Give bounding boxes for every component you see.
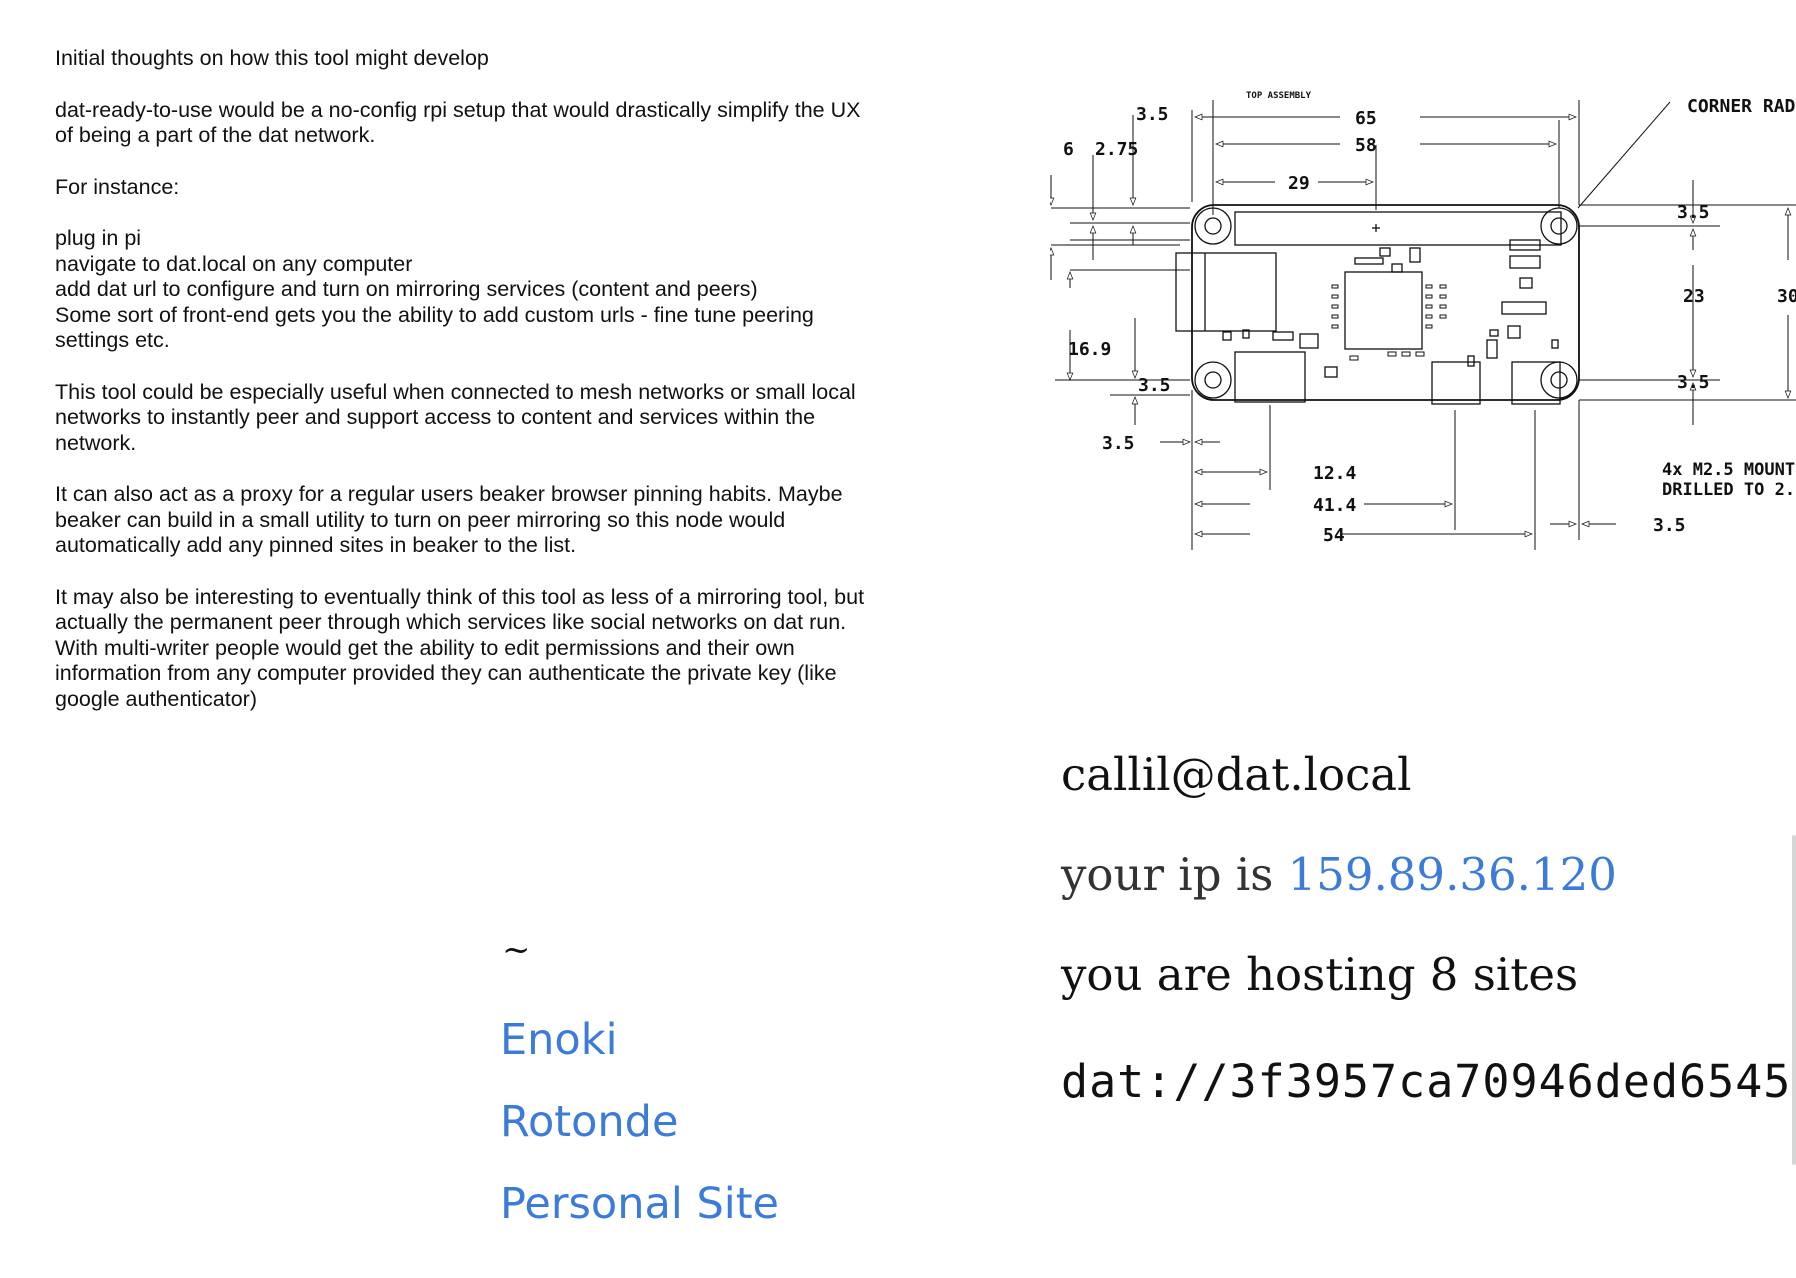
schematic-dim-label: 6 — [1063, 139, 1074, 160]
dat-url[interactable]: dat://3f3957ca70946ded6545b8 — [1061, 1055, 1796, 1108]
notes-paragraph: This tool could be especially useful whe… — [55, 379, 856, 455]
schematic-corner-radius-label: CORNER RADI — [1687, 96, 1796, 117]
hosting-count: you are hosting 8 sites — [1061, 948, 1579, 1001]
ip-address-value: 159.89.36.120 — [1287, 848, 1617, 901]
schematic-dim-label: 23 — [1683, 286, 1705, 307]
schematic-dim-label: 58 — [1355, 135, 1377, 156]
notes-step: navigate to dat.local on any computer — [55, 251, 413, 276]
schematic-dim-label: 3.5 — [1653, 515, 1686, 536]
ip-prefix: your ip is — [1061, 848, 1288, 901]
rpi-schematic-drawing: TOP ASSEMBLY CORNER RADI 4x M2.5 MOUNT D… — [1050, 90, 1796, 570]
notes-column: Initial thoughts on how this tool might … — [55, 46, 865, 738]
schematic-dim-label: 3.5 — [1677, 202, 1710, 223]
notes-heading: Initial thoughts on how this tool might … — [55, 46, 489, 70]
site-link-personal-site[interactable]: Personal Site — [500, 1179, 779, 1229]
notes-step: add dat url to configure and turn on mir… — [55, 277, 758, 301]
notes-paragraph: For instance: — [55, 174, 180, 199]
schematic-dim-label: 54 — [1323, 525, 1345, 546]
schematic-mount-label: 4x M2.5 MOUNT — [1662, 460, 1795, 480]
site-link-rotonde[interactable]: Rotonde — [500, 1097, 678, 1147]
schematic-dim-label: 3.5 — [1138, 375, 1171, 396]
tilde-separator: ~ — [502, 930, 531, 970]
schematic-dim-label: 3.5 — [1102, 433, 1135, 454]
notes-step: plug in pi — [55, 226, 142, 250]
user-address: callil@dat.local — [1061, 748, 1412, 801]
notes-paragraph: It may also be interesting to eventually… — [55, 584, 865, 711]
schematic-dim-label: 16.9 — [1068, 339, 1111, 360]
schematic-dim-label: 3.5 — [1677, 372, 1710, 393]
schematic-dim-label: 2.75 — [1095, 139, 1138, 160]
notes-paragraph: It can also act as a proxy for a regular… — [55, 482, 843, 557]
schematic-dim-label: 29 — [1288, 173, 1310, 194]
schematic-dim-label: 41.4 — [1313, 495, 1357, 516]
notes-paragraph: dat-ready-to-use would be a no-config rp… — [55, 97, 861, 148]
schematic-top-assembly-label: TOP ASSEMBLY — [1246, 91, 1312, 101]
schematic-mount-label: DRILLED TO 2. — [1662, 480, 1795, 500]
ip-line: your ip is 159.89.36.120 — [1061, 848, 1617, 901]
schematic-dim-label: 3.5 — [1136, 104, 1169, 125]
vertical-scrollbar[interactable] — [1792, 835, 1796, 1165]
schematic-dim-label: 12.4 — [1313, 463, 1357, 484]
site-link-enoki[interactable]: Enoki — [500, 1015, 618, 1065]
schematic-dim-label: 30 — [1777, 286, 1796, 307]
schematic-dim-label: 65 — [1355, 108, 1377, 129]
notes-step: Some sort of front-end gets you the abil… — [55, 302, 814, 353]
